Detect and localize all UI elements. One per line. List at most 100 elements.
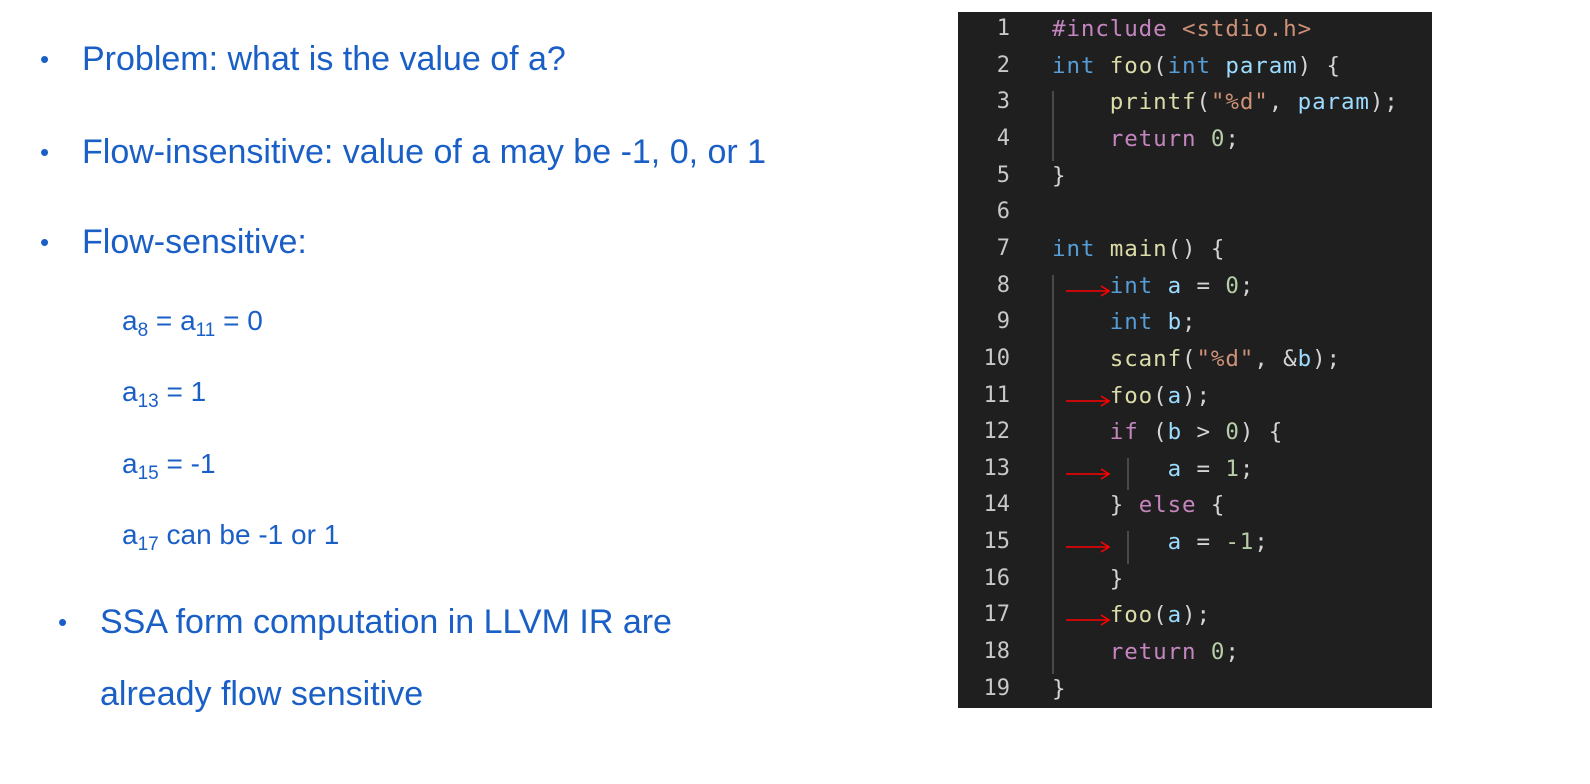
sub-item-text: a	[122, 448, 138, 479]
code-token: }	[1052, 162, 1067, 189]
line-number: 2	[996, 52, 1010, 78]
code-token: a	[1167, 382, 1183, 409]
code-token: main	[1109, 235, 1168, 262]
code-token: #include	[1052, 16, 1183, 42]
code-token: b	[1297, 345, 1313, 372]
line-number: 1	[996, 16, 1010, 41]
bullet-ssa-line2: already flow sensitive	[100, 675, 424, 713]
sub-item: a8 = a11 = 0	[122, 305, 263, 340]
sub-item-text: a	[122, 376, 138, 407]
sub-item-text: a	[122, 519, 138, 550]
line-number: 13	[983, 455, 1011, 481]
line-number: 19	[983, 675, 1011, 701]
code-token: );	[1369, 89, 1399, 116]
code-token: ;	[1239, 455, 1255, 482]
line-number: 12	[983, 419, 1011, 445]
red-arrow-icon	[1066, 541, 1110, 553]
code-token: >	[1182, 419, 1226, 446]
code-token: scanf	[1052, 345, 1183, 372]
sub-item: a13 = 1	[122, 376, 207, 411]
code-token: }	[1052, 492, 1139, 519]
sub-item-text: a	[122, 305, 138, 336]
subscript: 11	[195, 320, 216, 341]
sub-item-text: = -1	[158, 448, 216, 479]
bullet-icon: •	[40, 227, 50, 257]
code-token: int	[1052, 52, 1110, 79]
subscript: 8	[137, 320, 149, 341]
code-token: {	[1210, 492, 1226, 519]
code-token: ) {	[1239, 419, 1284, 446]
code-token: }	[1052, 675, 1067, 702]
bullet-icon: •	[58, 607, 68, 637]
indent-guide	[1052, 274, 1054, 674]
code-token: ;	[1225, 125, 1240, 152]
code-token: =	[1182, 455, 1226, 482]
code-line: scanf("%d", &b);	[1052, 346, 1341, 372]
code-line: int main() {	[1052, 236, 1225, 262]
code-line: }	[1052, 566, 1124, 592]
red-arrow-icon	[1066, 614, 1110, 627]
code-token: "%d"	[1210, 89, 1269, 116]
code-token: <stdio.h>	[1182, 16, 1313, 42]
code-line: int b;	[1052, 309, 1196, 335]
code-token: foo	[1109, 52, 1154, 79]
line-number: 16	[983, 565, 1011, 591]
indent-guide	[1127, 457, 1129, 491]
code-token: param	[1225, 52, 1298, 79]
subscript: 15	[137, 463, 159, 484]
line-number: 18	[983, 639, 1011, 665]
code-line: printf("%d", param);	[1052, 89, 1399, 115]
indent-guide	[1052, 91, 1054, 161]
code-token: (	[1182, 345, 1197, 372]
subscript: 17	[137, 534, 159, 555]
line-number: 4	[996, 125, 1010, 151]
red-arrow-icon	[1066, 284, 1110, 297]
code-token: );	[1182, 602, 1211, 629]
code-token: -1	[1225, 529, 1255, 556]
code-token: 0	[1210, 639, 1226, 666]
code-token: () {	[1167, 235, 1226, 262]
sub-item-text: = 1	[158, 376, 207, 407]
code-token: a	[1167, 602, 1183, 629]
code-token: b	[1167, 309, 1183, 336]
code-token: ;	[1239, 272, 1255, 299]
code-token: );	[1182, 382, 1211, 409]
code-token: ) {	[1297, 52, 1341, 79]
code-token: (	[1153, 52, 1168, 79]
code-token: (	[1153, 602, 1168, 629]
code-token: int	[1052, 235, 1110, 262]
code-token: "%d"	[1196, 345, 1255, 372]
sub-item: a17 can be -1 or 1	[122, 519, 340, 554]
red-arrow-icon	[1066, 468, 1110, 480]
bullet-flow-sensitive: Flow-sensitive:	[82, 223, 307, 261]
code-token: printf	[1052, 89, 1197, 116]
sub-item: a15 = -1	[122, 448, 216, 483]
indent-guide	[1127, 531, 1129, 564]
code-token: return	[1052, 639, 1211, 666]
code-line: return 0;	[1052, 126, 1240, 152]
sub-item-text: = 0	[215, 305, 263, 336]
code-token: ,	[1268, 89, 1298, 116]
code-token: , &	[1254, 345, 1298, 372]
code-token: 0	[1225, 272, 1240, 299]
code-token: 1	[1225, 455, 1240, 482]
code-token: a	[1167, 272, 1183, 299]
code-token: param	[1297, 89, 1370, 116]
code-token: return	[1052, 125, 1211, 152]
bullet-problem: Problem: what is the value of a?	[82, 40, 566, 78]
code-token: else	[1138, 492, 1211, 519]
bullet-ssa-line1: SSA form computation in LLVM IR are	[100, 603, 672, 641]
line-number: 6	[996, 199, 1010, 225]
code-token: 0	[1225, 419, 1240, 446]
red-arrow-icon	[1066, 394, 1110, 407]
code-token: =	[1182, 272, 1226, 299]
sub-item-text: can be -1 or 1	[158, 519, 340, 550]
code-token: ;	[1182, 309, 1197, 336]
bullet-flow-insensitive: Flow-insensitive: value of a may be -1, …	[82, 133, 767, 171]
sub-item-text: = a	[148, 305, 196, 336]
line-number: 8	[996, 272, 1010, 298]
code-line: return 0;	[1052, 639, 1240, 665]
line-number: 17	[983, 602, 1011, 628]
code-line: if (b > 0) {	[1052, 419, 1283, 445]
subscript: 13	[137, 391, 159, 412]
